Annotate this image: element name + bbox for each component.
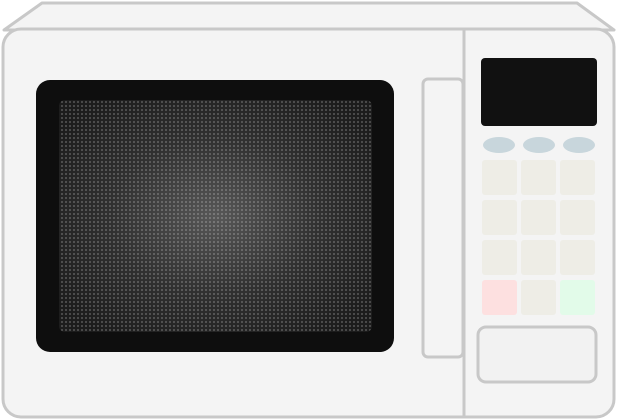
keypad-button-4[interactable]: [482, 200, 517, 235]
keypad-button-2[interactable]: [521, 160, 556, 195]
keypad-button-0[interactable]: [521, 280, 556, 315]
keypad-button-3[interactable]: [560, 160, 595, 195]
display-screen: [481, 58, 597, 126]
oval-button-row: [483, 137, 595, 153]
oval-button-right[interactable]: [563, 137, 595, 153]
oval-button-middle[interactable]: [523, 137, 555, 153]
keypad-button-7[interactable]: [482, 240, 517, 275]
start-button[interactable]: [560, 280, 595, 315]
door-window-mesh: [59, 100, 372, 332]
top-panel: [2, 1, 616, 32]
door-window: [36, 80, 394, 352]
keypad-button-1[interactable]: [482, 160, 517, 195]
door-handle[interactable]: [421, 77, 465, 359]
stop-button[interactable]: [482, 280, 517, 315]
oval-button-left[interactable]: [483, 137, 515, 153]
keypad-button-5[interactable]: [521, 200, 556, 235]
keypad-button-8[interactable]: [521, 240, 556, 275]
keypad-button-9[interactable]: [560, 240, 595, 275]
door-open-button[interactable]: [476, 325, 598, 384]
microwave-illustration: [1, 1, 616, 419]
keypad-button-6[interactable]: [560, 200, 595, 235]
